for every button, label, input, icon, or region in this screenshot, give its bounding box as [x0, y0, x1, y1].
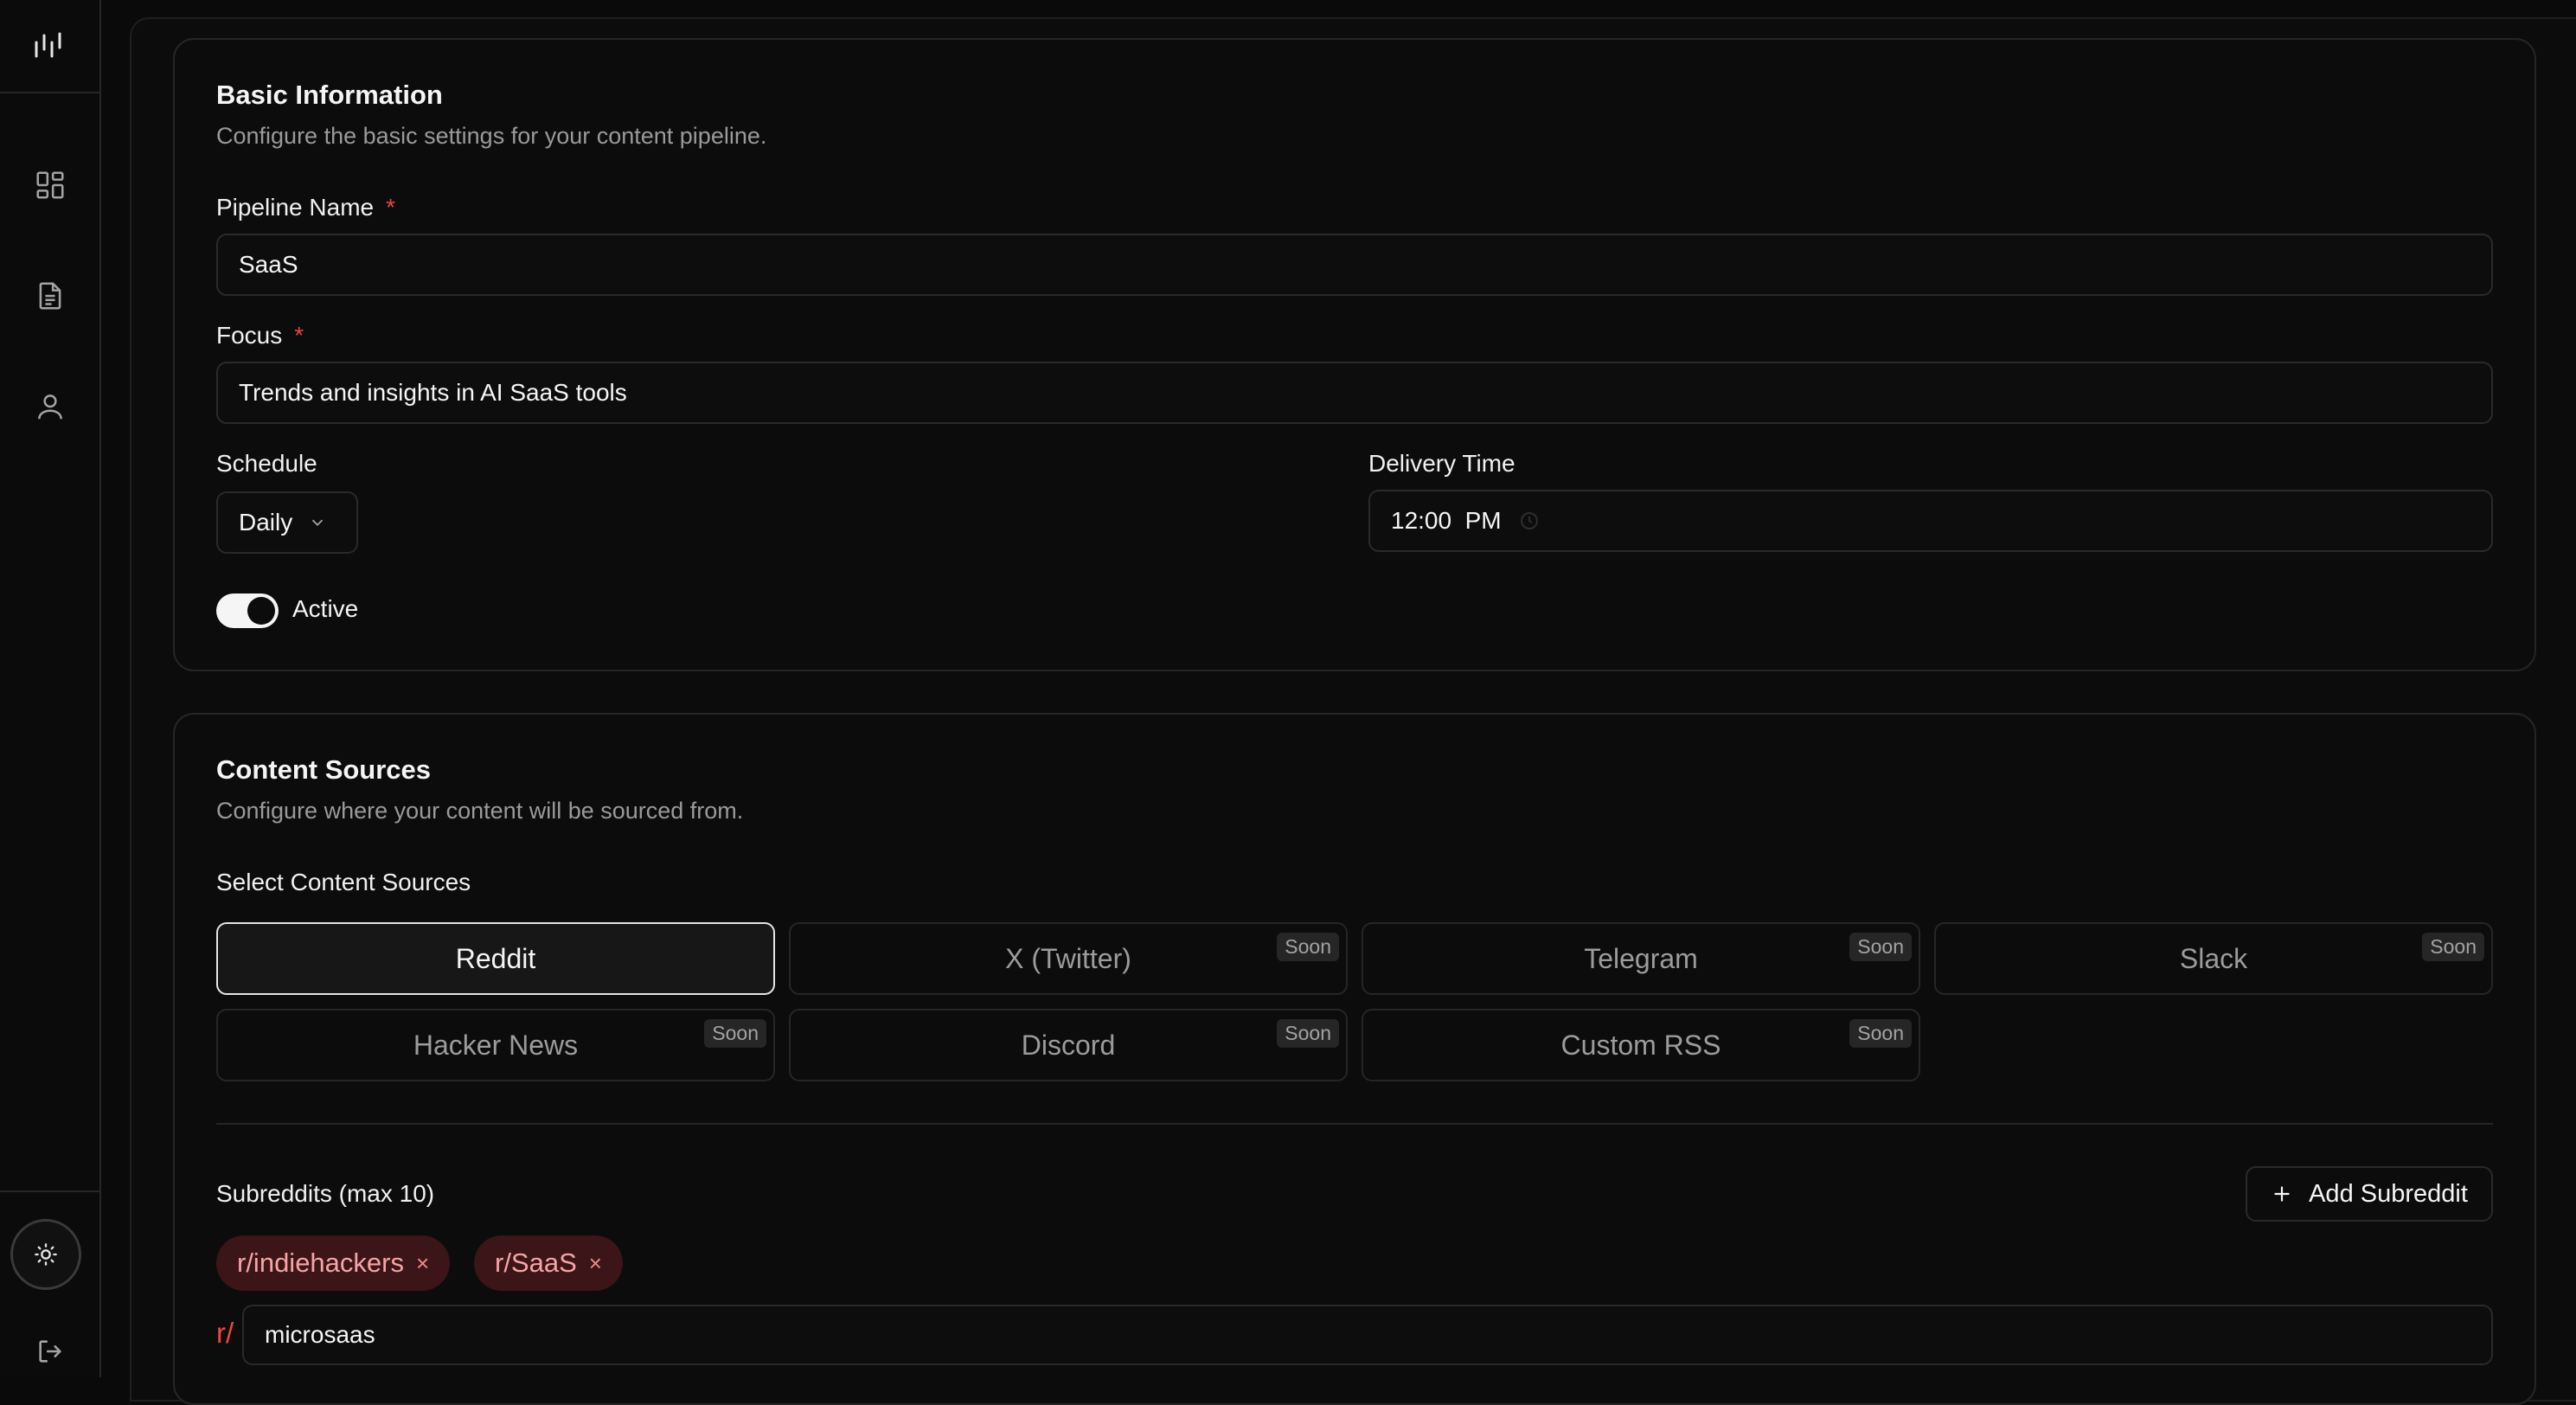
- source-label: Telegram: [1584, 942, 1698, 974]
- add-subreddit-button[interactable]: Add Subreddit: [2246, 1166, 2493, 1222]
- basic-information-title: Basic Information: [216, 80, 443, 110]
- required-mark: *: [386, 194, 396, 221]
- source-telegram-button[interactable]: Telegram Soon: [1362, 922, 1920, 995]
- source-reddit-button[interactable]: Reddit: [216, 922, 775, 995]
- pipeline-name-value: SaaS: [239, 251, 298, 278]
- waveform-logo-icon: [35, 32, 61, 58]
- pipeline-name-label-text: Pipeline Name: [216, 194, 375, 221]
- nav-documents[interactable]: [0, 270, 99, 322]
- schedule-select[interactable]: Daily: [216, 491, 358, 554]
- section-divider: [216, 1123, 2493, 1125]
- sidebar-divider: [0, 1190, 99, 1192]
- source-custom-rss-button[interactable]: Custom RSS Soon: [1362, 1009, 1920, 1081]
- source-discord-button[interactable]: Discord Soon: [789, 1009, 1348, 1081]
- soon-badge: Soon: [1277, 933, 1339, 961]
- nav-dashboard[interactable]: [0, 159, 99, 211]
- pipeline-name-input[interactable]: SaaS: [216, 234, 2493, 296]
- source-label: Hacker News: [413, 1029, 579, 1061]
- soon-badge: Soon: [1849, 1019, 1912, 1048]
- source-label: X (Twitter): [1005, 942, 1131, 974]
- soon-badge: Soon: [704, 1019, 766, 1048]
- basic-information-subtitle: Configure the basic settings for your co…: [216, 123, 767, 149]
- pipeline-name-label: Pipeline Name *: [216, 194, 395, 221]
- subreddit-input-value: microsaas: [265, 1321, 375, 1348]
- subreddit-chip-label: r/indiehackers: [237, 1248, 404, 1278]
- delivery-time-label: Delivery Time: [1368, 450, 1515, 477]
- document-icon: [39, 282, 61, 310]
- add-subreddit-label: Add Subreddit: [2309, 1179, 2468, 1208]
- active-label: Active: [292, 595, 359, 622]
- logout-button[interactable]: [0, 1325, 99, 1377]
- dashboard-grid-icon: [35, 171, 64, 199]
- schedule-value: Daily: [239, 509, 293, 536]
- subreddit-chip: r/indiehackers ×: [216, 1235, 451, 1291]
- subreddits-label: Subreddits (max 10): [216, 1180, 435, 1207]
- source-label: Discord: [1021, 1029, 1116, 1061]
- delivery-time-value: 12:00 PM: [1391, 507, 1502, 534]
- focus-input[interactable]: Trends and insights in AI SaaS tools: [216, 362, 2493, 424]
- remove-chip-icon[interactable]: ×: [589, 1250, 602, 1277]
- subreddit-input[interactable]: microsaas: [242, 1305, 2493, 1365]
- content-sources-title: Content Sources: [216, 754, 432, 785]
- subreddit-chip: r/SaaS ×: [474, 1235, 623, 1291]
- toggle-knob: [247, 597, 275, 625]
- source-twitter-button[interactable]: X (Twitter) Soon: [789, 922, 1348, 995]
- sun-icon: [35, 1243, 57, 1266]
- remove-chip-icon[interactable]: ×: [416, 1250, 429, 1277]
- source-hacker-news-button[interactable]: Hacker News Soon: [216, 1009, 775, 1081]
- subreddit-chip-label: r/SaaS: [495, 1248, 577, 1278]
- nav-profile[interactable]: [0, 381, 99, 433]
- logo-link[interactable]: [0, 0, 99, 93]
- focus-label-text: Focus: [216, 322, 283, 349]
- chevron-down-icon: [312, 519, 324, 527]
- logout-icon: [38, 1340, 61, 1363]
- clock-icon[interactable]: [1519, 510, 1540, 531]
- select-content-sources-label: Select Content Sources: [216, 869, 471, 895]
- source-slack-button[interactable]: Slack Soon: [1934, 922, 2493, 995]
- soon-badge: Soon: [2422, 933, 2484, 961]
- focus-label: Focus *: [216, 322, 304, 350]
- content-sources-subtitle: Configure where your content will be sou…: [216, 798, 744, 824]
- source-label: Custom RSS: [1560, 1029, 1721, 1061]
- delivery-time-input[interactable]: 12:00 PM: [1368, 490, 2493, 552]
- source-label: Reddit: [455, 942, 536, 974]
- user-icon: [37, 395, 62, 420]
- soon-badge: Soon: [1277, 1019, 1339, 1048]
- soon-badge: Soon: [1849, 933, 1912, 961]
- source-label: Slack: [2179, 942, 2248, 974]
- required-mark: *: [294, 322, 304, 349]
- plus-icon: [2274, 1186, 2290, 1202]
- focus-value: Trends and insights in AI SaaS tools: [239, 379, 627, 406]
- subreddit-prefix: r/: [216, 1317, 234, 1349]
- active-toggle[interactable]: [216, 593, 279, 628]
- schedule-label: Schedule: [216, 450, 317, 477]
- sidebar: [0, 0, 101, 1377]
- theme-toggle-button[interactable]: [10, 1219, 81, 1290]
